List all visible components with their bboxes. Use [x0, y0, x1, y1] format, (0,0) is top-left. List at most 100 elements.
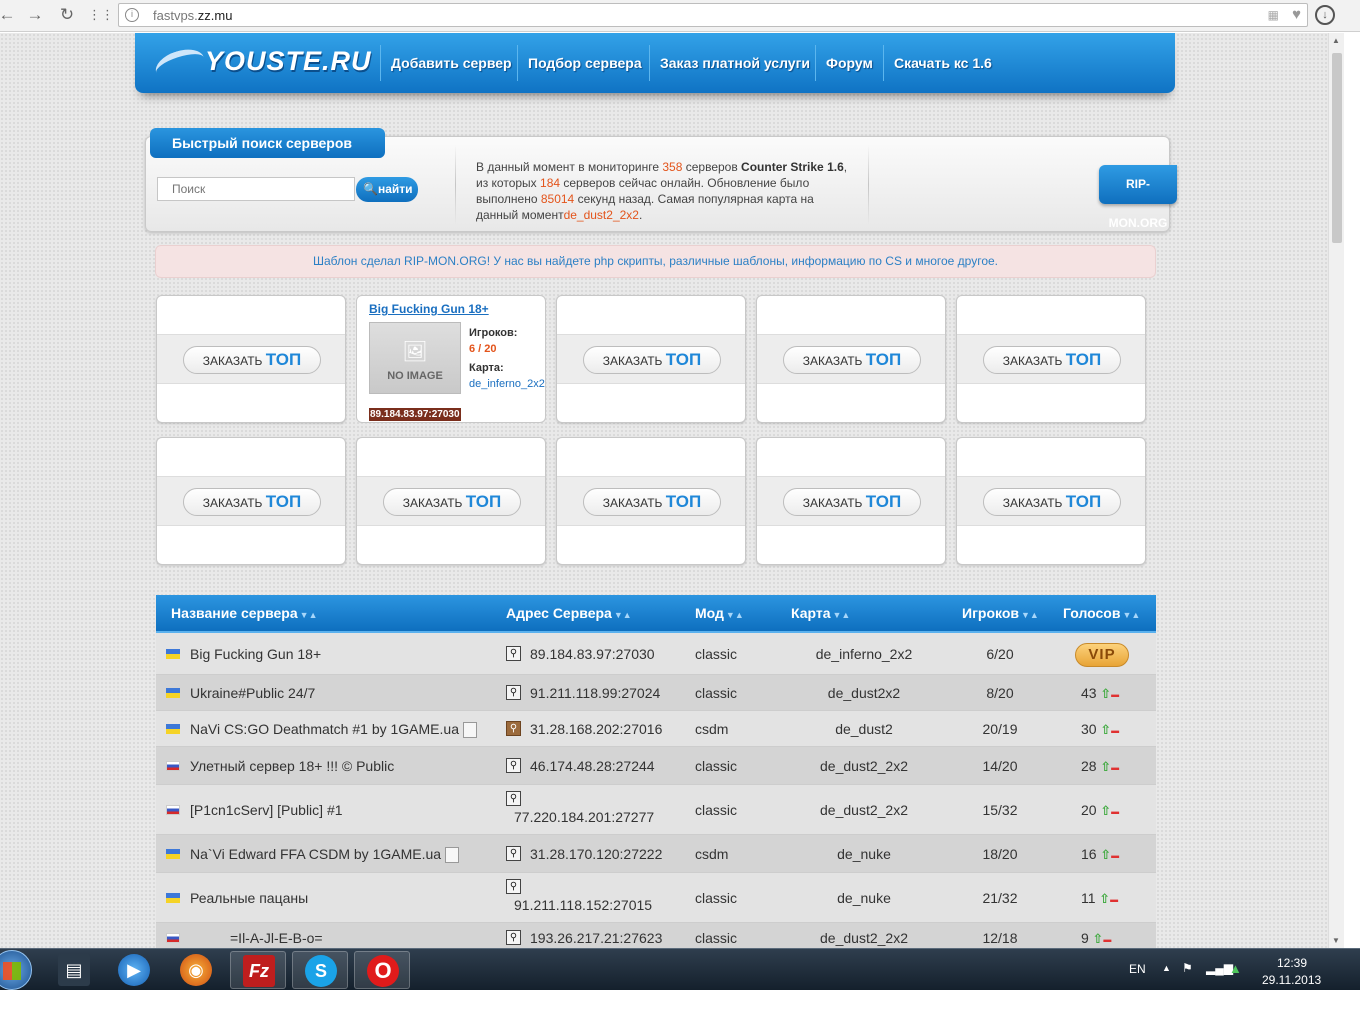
server-name-link[interactable]: NaVi CS:GO Deathmatch #1 by 1GAME.ua — [190, 721, 477, 739]
taskbar-app-skype[interactable]: S — [292, 951, 348, 989]
server-name-link[interactable]: Реальные пацаны — [190, 890, 308, 906]
apps-icon[interactable]: ⋮⋮ — [88, 4, 114, 26]
table-row[interactable]: Реальные пацаны ⚲ 91.211.118.152:27015 clas… — [156, 873, 1156, 923]
address-bar[interactable]: i fastvps.zz.mu ▦ ♥ — [118, 3, 1308, 27]
col-address[interactable]: Адрес Сервера ▼▲ — [506, 605, 632, 621]
order-top-button[interactable]: ЗАКАЗАТЬ ТОП — [183, 488, 321, 516]
back-icon[interactable]: ← — [0, 4, 18, 26]
vote-down-icon[interactable]: ▬ — [1110, 895, 1118, 904]
server-address[interactable]: 91.211.118.152:27015 — [514, 897, 652, 913]
featured-server-ip[interactable]: 89.184.83.97:27030 — [369, 408, 461, 421]
table-row[interactable]: Улетный сервер 18+ !!! © Public ⚲ 46.174.4… — [156, 747, 1156, 785]
vote-down-icon[interactable]: ▬ — [1111, 690, 1119, 699]
site-logo[interactable]: YOUSTE.RU — [145, 39, 380, 87]
order-top-button[interactable]: ЗАКАЗАТЬ ТОП — [583, 346, 721, 374]
ripmon-badge[interactable]: RIP-MON.ORG — [1099, 165, 1177, 230]
counter-strike-icon[interactable]: ⚲ — [506, 721, 521, 736]
counter-strike-icon[interactable]: ⚲ — [506, 685, 521, 700]
vote-up-icon[interactable]: ⇧ — [1096, 891, 1110, 906]
col-map[interactable]: Карта ▼▲ — [791, 605, 850, 621]
server-address[interactable]: 91.211.118.99:27024 — [530, 685, 660, 701]
vote-up-icon[interactable]: ⇧ — [1097, 759, 1111, 774]
order-top-button[interactable]: ЗАКАЗАТЬ ТОП — [183, 346, 321, 374]
order-top-button[interactable]: ЗАКАЗАТЬ ТОП — [383, 488, 521, 516]
server-address[interactable]: 77.220.184.201:27277 — [514, 809, 654, 825]
order-top-button[interactable]: ЗАКАЗАТЬ ТОП — [783, 488, 921, 516]
counter-strike-icon[interactable]: ⚲ — [506, 758, 521, 773]
vote-down-icon[interactable]: ▬ — [1111, 726, 1119, 735]
google-drive-icon[interactable]: ▲ — [1229, 961, 1242, 976]
col-mod[interactable]: Мод ▼▲ — [695, 605, 744, 621]
sort-icon[interactable]: ▼▲ — [1021, 610, 1039, 620]
sort-icon[interactable]: ▼▲ — [833, 610, 851, 620]
server-address[interactable]: 31.28.170.120:27222 — [530, 846, 662, 862]
sort-icon[interactable]: ▼▲ — [614, 610, 632, 620]
taskbar-app-firefox[interactable]: ◉ — [168, 951, 224, 989]
table-row[interactable]: Ukraine#Public 24/7 ⚲ 91.211.118.99:27024 c… — [156, 675, 1156, 711]
menu-server-selection[interactable]: Подбор сервера — [517, 45, 642, 81]
vote-up-icon[interactable]: ⇧ — [1097, 803, 1111, 818]
vote-up-icon[interactable]: ⇧ — [1089, 931, 1103, 946]
vote-down-icon[interactable]: ▬ — [1111, 807, 1119, 816]
vote-up-icon[interactable]: ⇧ — [1097, 847, 1111, 862]
menu-download-cs[interactable]: Скачать кс 1.6 — [883, 45, 992, 81]
counter-strike-icon[interactable]: ⚲ — [506, 791, 521, 806]
server-name-link[interactable]: =Il-A-Jl-E-B-o= — [230, 930, 323, 946]
scroll-up-icon[interactable]: ▲ — [1332, 36, 1340, 45]
vote-down-icon[interactable]: ▬ — [1111, 763, 1119, 772]
search-input[interactable] — [157, 177, 355, 201]
server-address[interactable]: 46.174.48.28:27244 — [530, 758, 655, 774]
taskbar-app-explorer[interactable]: ▤ — [46, 951, 102, 989]
action-center-icon[interactable]: ⚑ — [1182, 961, 1193, 975]
vote-up-icon[interactable]: ⇧ — [1097, 686, 1111, 701]
download-extension-icon[interactable]: ↓ — [1315, 5, 1335, 25]
server-address[interactable]: 89.184.83.97:27030 — [530, 646, 655, 662]
table-row[interactable]: Big Fucking Gun 18+ ⚲ 89.184.83.97:27030 cl… — [156, 633, 1156, 675]
counter-strike-icon[interactable]: ⚲ — [506, 930, 521, 945]
forward-icon[interactable]: → — [24, 4, 46, 26]
server-name-link[interactable]: Na`Vi Edward FFA CSDM by 1GAME.ua — [190, 846, 460, 864]
taskbar-app-mediaplayer[interactable]: ▶ — [106, 951, 162, 989]
clock-date[interactable]: 29.11.2013 — [1262, 973, 1321, 987]
site-info-icon[interactable]: i — [125, 8, 139, 22]
sort-icon[interactable]: ▼▲ — [1122, 610, 1140, 620]
order-top-button[interactable]: ЗАКАЗАТЬ ТОП — [783, 346, 921, 374]
page-scrollbar[interactable]: ▲ ▼ — [1328, 33, 1344, 948]
scroll-down-icon[interactable]: ▼ — [1332, 936, 1340, 945]
order-top-button[interactable]: ЗАКАЗАТЬ ТОП — [983, 346, 1121, 374]
table-row[interactable]: Na`Vi Edward FFA CSDM by 1GAME.ua ⚲ 31.28.… — [156, 835, 1156, 873]
server-name-link[interactable]: Улетный сервер 18+ !!! © Public — [190, 758, 394, 774]
clock-time[interactable]: 12:39 — [1277, 956, 1307, 970]
order-top-button[interactable]: ЗАКАЗАТЬ ТОП — [983, 488, 1121, 516]
taskbar-app-filezilla[interactable]: Fz — [230, 951, 286, 989]
taskbar-app-opera[interactable]: O — [354, 951, 410, 989]
featured-server-name[interactable]: Big Fucking Gun 18+ — [369, 302, 489, 316]
menu-add-server[interactable]: Добавить сервер — [380, 45, 512, 81]
server-address[interactable]: 31.28.168.202:27016 — [530, 721, 662, 737]
order-top-button[interactable]: ЗАКАЗАТЬ ТОП — [583, 488, 721, 516]
table-row[interactable]: =Il-A-Jl-E-B-o= ⚲ 193.26.217.21:27623 class… — [156, 923, 1156, 948]
server-name-link[interactable]: [P1cn1cServ] [Public] #1 — [190, 802, 343, 818]
vote-down-icon[interactable]: ▬ — [1111, 851, 1119, 860]
menu-forum[interactable]: Форум — [815, 45, 873, 81]
page-action-icon[interactable]: ▦ — [1268, 8, 1279, 22]
counter-strike-icon[interactable]: ⚲ — [506, 879, 521, 894]
reload-icon[interactable]: ↻ — [56, 4, 78, 26]
scrollbar-thumb[interactable] — [1332, 53, 1342, 243]
tray-expand-icon[interactable]: ▲ — [1162, 963, 1171, 973]
vote-down-icon[interactable]: ▬ — [1103, 935, 1111, 944]
language-indicator[interactable]: EN — [1129, 962, 1146, 976]
server-name-link[interactable]: Big Fucking Gun 18+ — [190, 646, 321, 662]
col-votes[interactable]: Голосов ▼▲ — [1063, 605, 1140, 621]
server-name-link[interactable]: Ukraine#Public 24/7 — [190, 685, 315, 701]
col-players[interactable]: Игроков ▼▲ — [962, 605, 1039, 621]
server-address[interactable]: 193.26.217.21:27623 — [530, 930, 662, 946]
table-row[interactable]: NaVi CS:GO Deathmatch #1 by 1GAME.ua ⚲ 31.… — [156, 711, 1156, 747]
start-button[interactable] — [0, 950, 32, 990]
sort-icon[interactable]: ▼▲ — [300, 610, 318, 620]
vote-up-icon[interactable]: ⇧ — [1097, 722, 1111, 737]
search-button[interactable]: 🔍 найти — [356, 177, 418, 202]
menu-paid-service[interactable]: Заказ платной услуги — [649, 45, 810, 81]
counter-strike-icon[interactable]: ⚲ — [506, 646, 521, 661]
counter-strike-icon[interactable]: ⚲ — [506, 846, 521, 861]
